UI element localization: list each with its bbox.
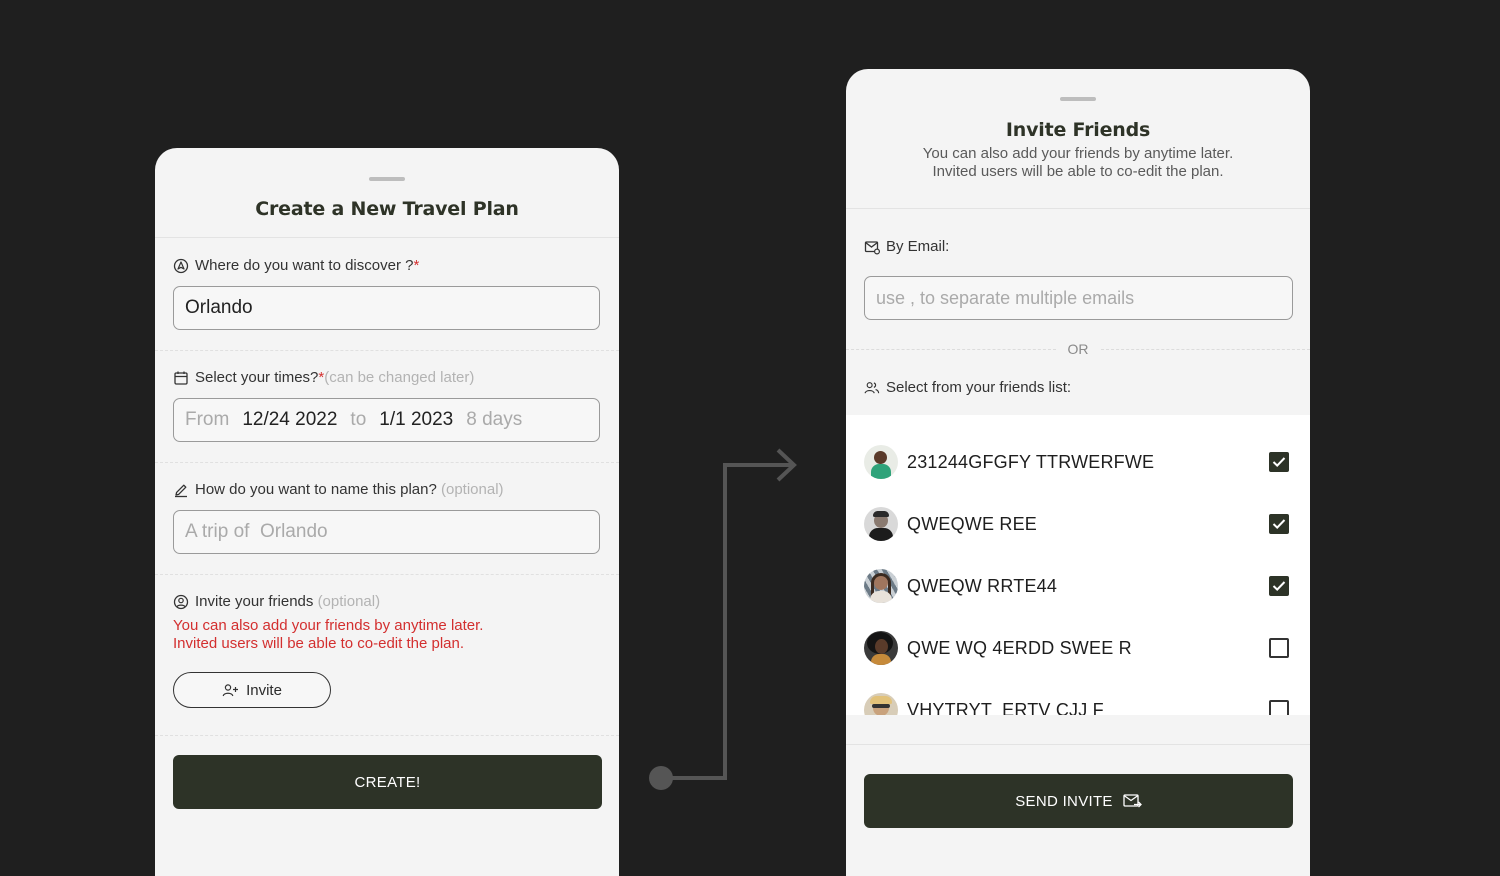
or-text: OR	[1067, 341, 1089, 357]
divider	[155, 350, 619, 351]
email-label: By Email:	[864, 238, 949, 255]
divider	[155, 574, 619, 575]
invite-note-line1: You can also add your friends by anytime…	[173, 617, 484, 634]
friends-list-label-text: Select from your friends list:	[886, 379, 1072, 396]
required-mark: *	[413, 257, 420, 274]
times-hint: (can be changed later)	[324, 369, 475, 386]
calendar-icon	[174, 371, 188, 385]
divider	[155, 462, 619, 463]
invite-button-label: Invite	[246, 681, 282, 699]
check-icon	[1272, 457, 1286, 468]
mail-icon	[864, 240, 880, 254]
or-separator: OR	[846, 341, 1310, 357]
friend-row[interactable]: QWEQW RRTE44	[864, 568, 1291, 604]
friend-checkbox[interactable]	[1269, 514, 1289, 534]
plan-name-label: How do you want to name this plan? (opti…	[173, 481, 504, 498]
users-icon	[864, 381, 880, 393]
invite-friends-sheet: Invite Friends You can also add your fri…	[846, 69, 1310, 876]
friend-row[interactable]: QWEQWE REE	[864, 506, 1291, 542]
email-placeholder: use , to separate multiple emails	[876, 287, 1135, 308]
friend-row[interactable]: QWE WQ 4ERDD SWEE R	[864, 630, 1291, 666]
plan-name-label-text: How do you want to name this plan?	[195, 481, 437, 498]
plan-name-hint: (optional)	[440, 481, 504, 498]
to-label: to	[350, 409, 367, 430]
divider	[846, 208, 1310, 209]
friend-name: 231244GFGFY TTRWERFWE	[907, 451, 1155, 472]
destination-value: Orlando	[185, 297, 253, 318]
end-date[interactable]: 1/1 2023	[379, 409, 453, 431]
divider	[846, 744, 1310, 745]
create-button[interactable]: CREATE!	[173, 755, 602, 809]
user-plus-icon	[222, 683, 239, 696]
create-travel-plan-sheet: Create a New Travel Plan Where do you wa…	[155, 148, 619, 876]
check-icon	[1272, 581, 1286, 592]
invite-button[interactable]: Invite	[173, 672, 331, 708]
friend-name: VHYTRYT ERTV CJJ F	[907, 699, 1104, 716]
plan-name-placeholder: A trip of Orlando	[185, 521, 328, 542]
create-button-label: CREATE!	[354, 773, 421, 791]
friends-list[interactable]: 231244GFGFY TTRWERFWE QWEQWE REE QWEQW R	[846, 415, 1310, 715]
friend-checkbox[interactable]	[1269, 638, 1289, 658]
divider	[155, 237, 619, 238]
invite-friends-label: Invite your friends (optional)	[173, 593, 380, 610]
friend-checkbox[interactable]	[1269, 452, 1289, 472]
start-date[interactable]: 12/24 2022	[242, 409, 337, 431]
times-label-text: Select your times?	[195, 369, 319, 386]
invite-label-text: Invite your friends	[195, 593, 314, 610]
destination-label: Where do you want to discover ?*	[173, 257, 419, 274]
user-circle-icon	[173, 594, 189, 609]
mail-send-icon	[1123, 794, 1142, 808]
friend-row[interactable]: VHYTRYT ERTV CJJ F	[864, 692, 1291, 715]
trip-duration: 8 days	[466, 409, 523, 430]
times-label: Select your times?*(can be changed later…	[173, 369, 474, 386]
friend-row[interactable]: 231244GFGFY TTRWERFWE	[864, 444, 1291, 480]
avatar	[864, 445, 898, 479]
destination-input[interactable]: Orlando	[173, 286, 600, 330]
sheet-title: Create a New Travel Plan	[255, 198, 519, 220]
email-label-text: By Email:	[886, 238, 950, 255]
send-invite-button[interactable]: SEND INVITE	[864, 774, 1293, 828]
subtitle-line2: Invited users will be able to co-edit th…	[932, 163, 1224, 180]
flow-connector-arrow-icon	[649, 448, 797, 790]
subtitle-line1: You can also add your friends by anytime…	[922, 145, 1234, 162]
friend-name: QWEQWE REE	[907, 513, 1038, 534]
avatar	[864, 693, 898, 715]
friend-name: QWE WQ 4ERDD SWEE R	[907, 637, 1132, 658]
check-icon	[1272, 519, 1286, 530]
navigation-icon	[173, 258, 189, 273]
divider	[155, 735, 619, 736]
plan-name-input[interactable]: A trip of Orlando	[173, 510, 600, 554]
avatar	[864, 569, 898, 603]
destination-label-text: Where do you want to discover ?	[195, 257, 414, 274]
friend-checkbox[interactable]	[1269, 700, 1289, 715]
date-range-input[interactable]: From 12/24 2022 to 1/1 2023 8 days	[173, 398, 600, 442]
drag-handle[interactable]	[369, 177, 405, 181]
avatar	[864, 631, 898, 665]
avatar	[864, 507, 898, 541]
from-label: From	[185, 409, 230, 430]
friend-checkbox[interactable]	[1269, 576, 1289, 596]
friend-name: QWEQW RRTE44	[907, 575, 1058, 596]
send-invite-label: SEND INVITE	[1015, 792, 1113, 810]
friends-list-label: Select from your friends list:	[864, 379, 1071, 396]
edit-icon	[175, 484, 187, 497]
drag-handle[interactable]	[1060, 97, 1096, 101]
invite-hint: (optional)	[317, 593, 381, 610]
email-input[interactable]: use , to separate multiple emails	[864, 276, 1293, 320]
invite-note-line2: Invited users will be able to co-edit th…	[173, 635, 464, 652]
sheet-title: Invite Friends	[1005, 119, 1151, 141]
